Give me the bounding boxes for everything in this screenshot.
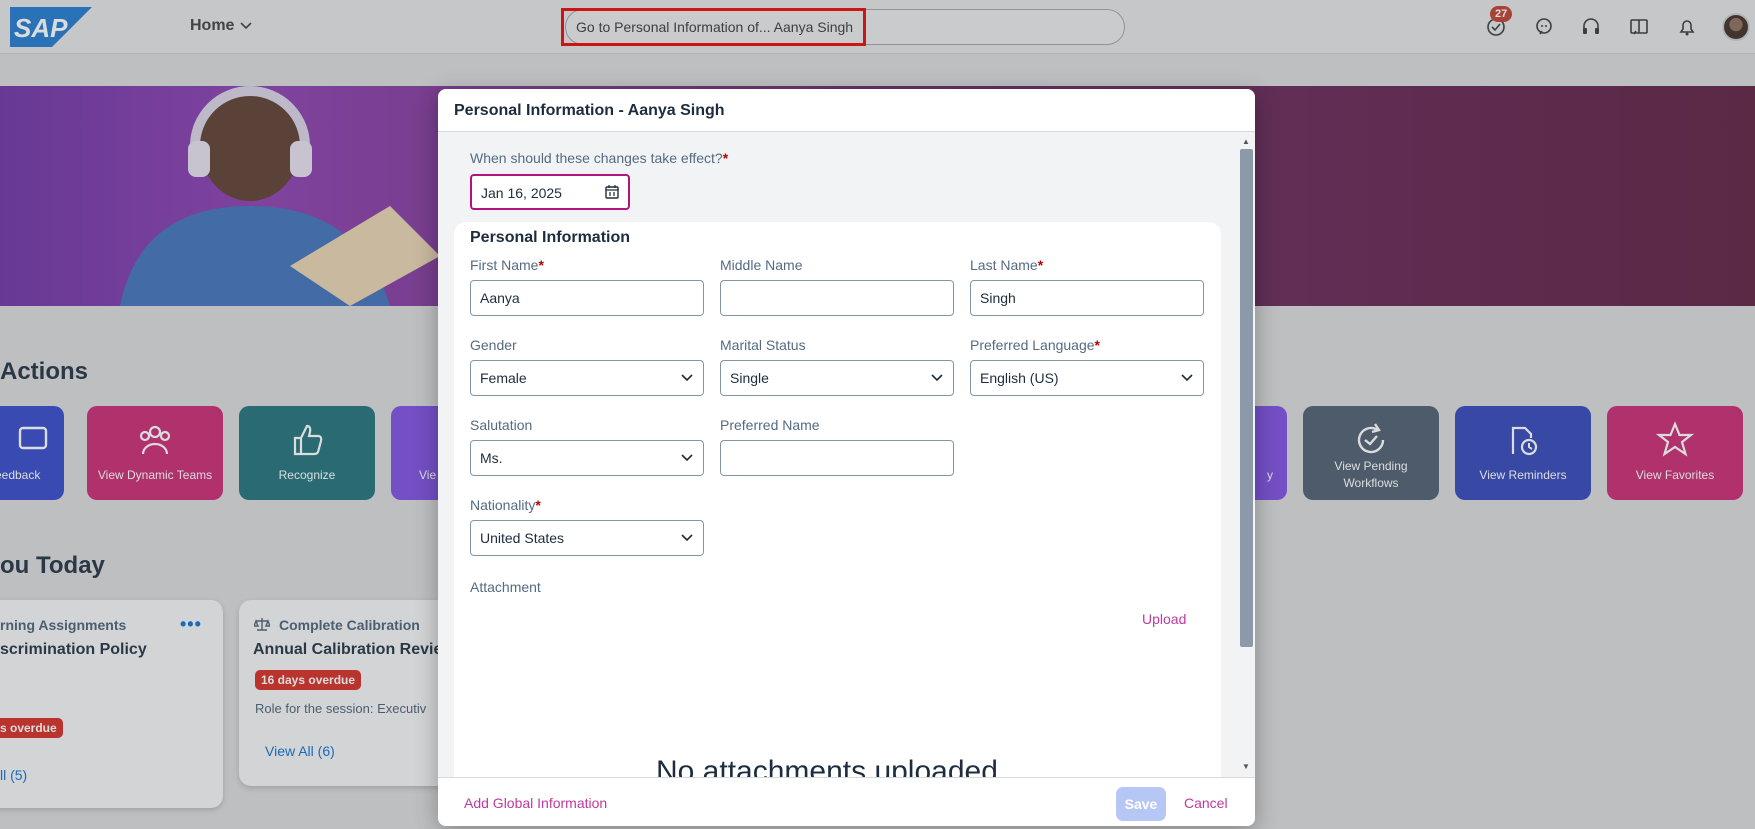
personal-information-dialog: Personal Information - Aanya Singh When … — [438, 89, 1255, 826]
salutation-label: Salutation — [470, 417, 533, 433]
nationality-select[interactable]: United States — [470, 520, 704, 556]
upload-button[interactable]: Upload — [1142, 611, 1186, 627]
marital-status-label: Marital Status — [720, 337, 806, 353]
chevron-down-icon — [931, 374, 943, 382]
chevron-down-icon — [681, 534, 693, 542]
add-global-information-link[interactable]: Add Global Information — [464, 795, 607, 811]
cancel-button[interactable]: Cancel — [1184, 795, 1228, 811]
dialog-header: Personal Information - Aanya Singh — [438, 89, 1255, 132]
nationality-label: Nationality* — [470, 497, 541, 513]
dialog-footer: Add Global Information Save Cancel — [438, 777, 1255, 826]
preferred-language-label: Preferred Language* — [970, 337, 1100, 353]
scroll-up-icon[interactable]: ▲ — [1242, 137, 1250, 146]
no-attachments-text: No attachments uploaded — [656, 755, 998, 777]
attachment-label: Attachment — [470, 579, 541, 595]
chevron-down-icon — [681, 374, 693, 382]
last-name-field[interactable]: Singh — [970, 280, 1204, 316]
preferred-name-field[interactable] — [720, 440, 954, 476]
preferred-language-select[interactable]: English (US) — [970, 360, 1204, 396]
save-button[interactable]: Save — [1116, 787, 1166, 821]
effective-date-picker[interactable]: Jan 16, 2025 — [470, 174, 630, 210]
chevron-down-icon — [1181, 374, 1193, 382]
first-name-label: First Name* — [470, 257, 544, 273]
section-title: Personal Information — [470, 229, 631, 246]
chevron-down-icon — [681, 454, 693, 462]
middle-name-field[interactable] — [720, 280, 954, 316]
gender-select[interactable]: Female — [470, 360, 704, 396]
calendar-icon[interactable] — [604, 184, 620, 200]
salutation-select[interactable]: Ms. — [470, 440, 704, 476]
scrollbar-thumb[interactable] — [1240, 149, 1253, 647]
marital-status-select[interactable]: Single — [720, 360, 954, 396]
effective-date-label: When should these changes take effect?* — [470, 150, 729, 166]
preferred-name-label: Preferred Name — [720, 417, 820, 433]
scroll-down-icon[interactable]: ▼ — [1242, 762, 1250, 771]
gender-label: Gender — [470, 337, 517, 353]
last-name-label: Last Name* — [970, 257, 1044, 273]
first-name-field[interactable]: Aanya — [470, 280, 704, 316]
dialog-title: Personal Information - Aanya Singh — [454, 102, 725, 119]
dialog-body: When should these changes take effect?* … — [438, 133, 1238, 777]
middle-name-label: Middle Name — [720, 257, 803, 273]
